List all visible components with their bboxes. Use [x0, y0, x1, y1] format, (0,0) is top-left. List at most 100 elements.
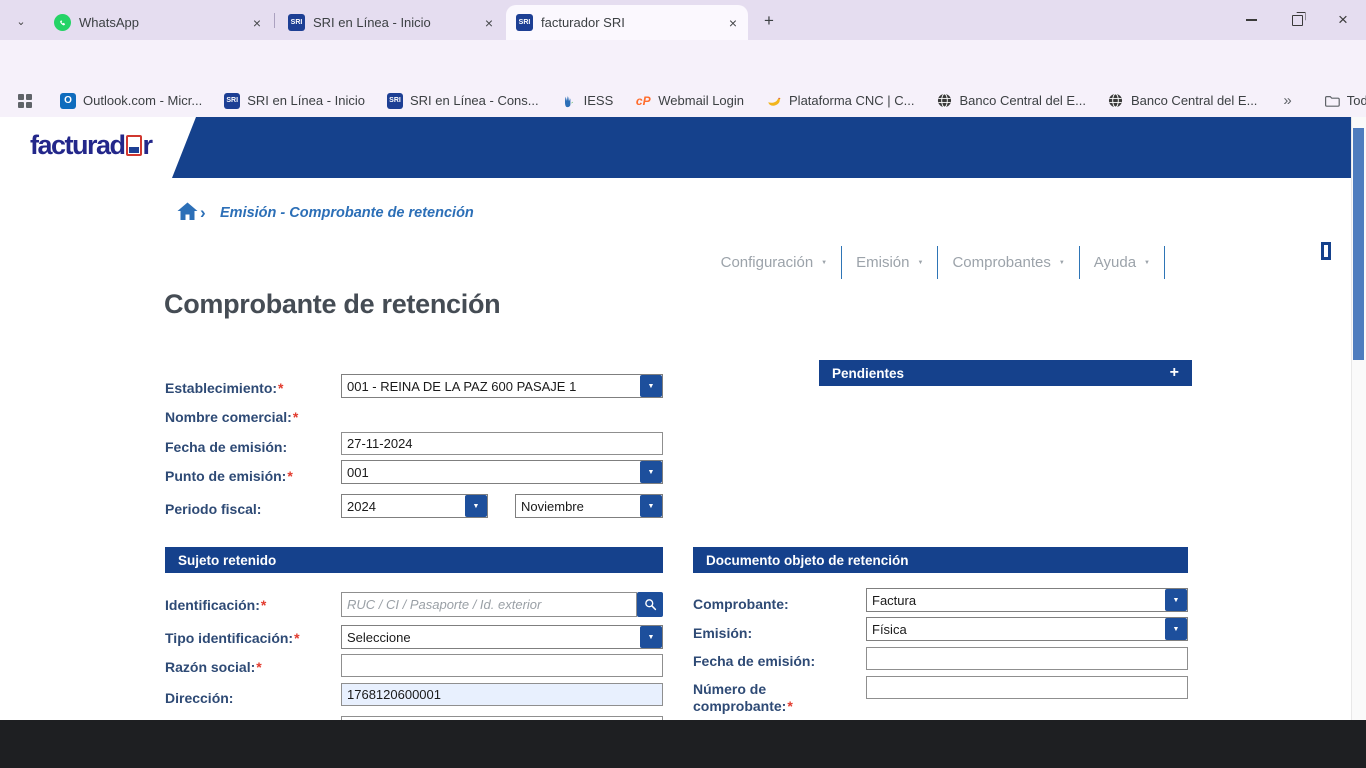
whatsapp-icon [54, 14, 71, 31]
breadcrumb-home-icon[interactable] [177, 202, 198, 226]
label-establecimiento: Establecimiento:* [165, 380, 283, 396]
required-mark: * [787, 698, 792, 714]
minimize-icon [1246, 19, 1257, 21]
chevron-down-icon: ▼ [917, 260, 923, 266]
tab-whatsapp[interactable]: WhatsApp × [44, 5, 272, 40]
bookmark-webmail[interactable]: cP Webmail Login [635, 93, 744, 109]
periodo-year-select[interactable]: 2024 ▼ [341, 494, 488, 518]
bookmark-iess[interactable]: IESS [561, 93, 614, 109]
window-minimize-button[interactable] [1228, 0, 1274, 40]
cpanel-icon: cP [635, 93, 651, 109]
punto-emision-select[interactable]: 001 ▼ [341, 460, 663, 484]
label-nombre-comercial: Nombre comercial:* [165, 409, 298, 425]
establecimiento-select[interactable]: 001 - REINA DE LA PAZ 600 PASAJE 1 ▼ [341, 374, 663, 398]
chevron-down-icon[interactable]: ▼ [640, 495, 662, 517]
nav-emision[interactable]: Emisión ▼ [842, 246, 938, 279]
chevron-down-icon[interactable]: ▼ [640, 626, 662, 648]
header-divider [1303, 248, 1304, 281]
emision-select[interactable]: Física ▼ [866, 617, 1188, 641]
app-header: facturadr 1768120600001 GOBIERNO AUTONOM… [0, 117, 1366, 178]
taskbar: Buscar N T X W ESP LAA [0, 720, 1366, 768]
required-mark: * [278, 380, 283, 396]
fecha-emision-doc-input[interactable] [866, 647, 1188, 670]
sri-favicon: SRI [387, 93, 403, 109]
identificacion-input[interactable] [341, 592, 637, 617]
bookmark-label: Outlook.com - Micr... [83, 93, 202, 108]
facturador-logo[interactable]: facturadr [30, 130, 152, 161]
select-value: 2024 [342, 495, 465, 517]
bookmark-outlook[interactable]: O Outlook.com - Micr... [60, 93, 202, 109]
label-periodo-fiscal: Periodo fiscal: [165, 501, 261, 517]
restore-icon [1292, 15, 1303, 26]
select-value: Física [867, 618, 1165, 640]
all-bookmarks-label: Todos los marcadores [1347, 93, 1366, 108]
required-mark: * [287, 468, 292, 484]
required-mark: * [256, 659, 261, 675]
numero-comprobante-input[interactable] [866, 676, 1188, 699]
outlook-icon: O [60, 93, 76, 109]
tab-close-icon[interactable]: × [480, 14, 498, 32]
chevron-down-icon: ▼ [1144, 260, 1150, 266]
identificacion-search-button[interactable] [637, 592, 663, 617]
chevron-down-icon[interactable]: ▼ [1165, 589, 1187, 611]
cnc-bird-icon [766, 93, 782, 109]
bookmarks-bar: O Outlook.com - Micr... SRI SRI en Línea… [0, 84, 1366, 117]
bookmarks-overflow-button[interactable]: » [1283, 92, 1291, 109]
documento-section-header: Documento objeto de retención [693, 547, 1188, 573]
sri-favicon: SRI [516, 14, 533, 31]
logo-text-right: r [143, 130, 152, 160]
bookmark-banco-central-1[interactable]: Banco Central del E... [936, 93, 1085, 109]
select-value: Noviembre [516, 495, 640, 517]
new-tab-button[interactable]: + [756, 8, 782, 34]
window-restore-button[interactable] [1274, 0, 1320, 40]
tab-separator [274, 13, 275, 28]
label-fecha-emision-doc: Fecha de emisión: [693, 653, 815, 669]
browser-tab-strip: ⌄ WhatsApp × SRI SRI en Línea - Inicio ×… [0, 0, 1366, 40]
globe-icon [936, 93, 952, 109]
bookmark-banco-central-2[interactable]: Banco Central del E... [1108, 93, 1257, 109]
bookmark-label: Plataforma CNC | C... [789, 93, 914, 108]
expand-plus-icon[interactable]: + [1170, 364, 1179, 382]
pendientes-panel-header[interactable]: Pendientes + [819, 360, 1192, 386]
tab-close-icon[interactable]: × [724, 14, 742, 32]
all-bookmarks-button[interactable]: Todos los marcadores [1324, 93, 1366, 109]
label-direccion: Dirección: [165, 690, 233, 706]
label-tipo-identificacion: Tipo identificación:* [165, 630, 300, 646]
window-close-button[interactable]: × [1320, 0, 1366, 40]
tab-sri-inicio[interactable]: SRI SRI en Línea - Inicio × [278, 5, 504, 40]
label-comprobante: Comprobante: [693, 596, 789, 612]
select-value: Seleccione [342, 626, 640, 648]
nav-configuracion[interactable]: Configuración ▼ [707, 246, 843, 279]
bookmark-sri-inicio[interactable]: SRI SRI en Línea - Inicio [224, 93, 365, 109]
screen: ⌄ WhatsApp × SRI SRI en Línea - Inicio ×… [0, 0, 1366, 768]
logout-power-icon[interactable] [1313, 249, 1341, 277]
nav-comprobantes[interactable]: Comprobantes ▼ [938, 246, 1079, 279]
bookmark-sri-consultas[interactable]: SRI SRI en Línea - Cons... [387, 93, 539, 109]
chevron-down-icon[interactable]: ▼ [1165, 618, 1187, 640]
ruc-number: 1768120600001 [1184, 246, 1292, 263]
breadcrumb-current: Emisión - Comprobante de retención [220, 205, 474, 221]
chevron-down-icon: ▼ [821, 260, 827, 266]
razon-social-input[interactable] [341, 654, 663, 677]
page-scrollbar-thumb[interactable] [1353, 128, 1364, 360]
required-mark: * [261, 597, 266, 613]
tipo-identificacion-select[interactable]: Seleccione ▼ [341, 625, 663, 649]
chevron-down-icon[interactable]: ▼ [465, 495, 487, 517]
periodo-month-select[interactable]: Noviembre ▼ [515, 494, 663, 518]
comprobante-select[interactable]: Factura ▼ [866, 588, 1188, 612]
nav-ayuda[interactable]: Ayuda ▼ [1080, 246, 1165, 279]
tab-title: SRI en Línea - Inicio [313, 15, 472, 30]
sri-document-icon [126, 135, 142, 156]
fecha-emision-input[interactable] [341, 432, 663, 455]
tab-facturador-active[interactable]: SRI facturador SRI × [506, 5, 748, 40]
required-mark: * [294, 630, 299, 646]
chevron-down-icon[interactable]: ▼ [640, 461, 662, 483]
chevron-down-icon[interactable]: ▼ [640, 375, 662, 397]
bookmark-cnc[interactable]: Plataforma CNC | C... [766, 93, 914, 109]
direccion-input[interactable] [341, 683, 663, 706]
tab-close-icon[interactable]: × [248, 14, 266, 32]
apps-grid-icon[interactable] [18, 94, 32, 108]
tab-search-button[interactable]: ⌄ [8, 8, 34, 34]
folder-icon [1324, 93, 1340, 109]
chevron-down-icon: ▼ [1059, 260, 1065, 266]
